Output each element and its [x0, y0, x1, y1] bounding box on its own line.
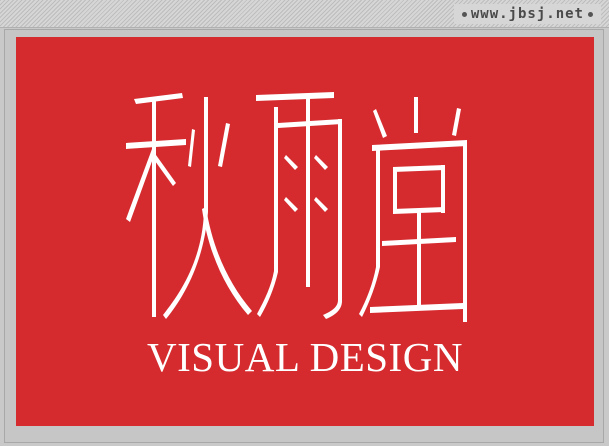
bullet-dot-icon: [461, 11, 467, 17]
logo-char-yu: [256, 92, 342, 319]
top-bar: www.jbsj.net: [0, 0, 609, 28]
tagline-text: VISUAL DESIGN: [147, 334, 463, 380]
poster-canvas: VISUAL DESIGN: [16, 37, 594, 426]
logo-char-tang: [359, 97, 467, 322]
logo-char-qiu: [126, 93, 252, 319]
watermark-text: www.jbsj.net: [470, 6, 584, 22]
site-watermark: www.jbsj.net: [453, 4, 601, 24]
bullet-dot-icon: [588, 11, 593, 17]
